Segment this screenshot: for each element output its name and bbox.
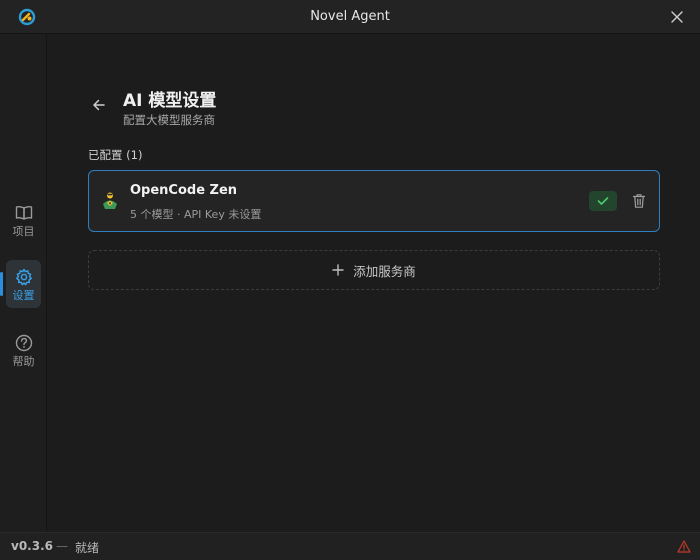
sidebar-item-projects[interactable]: 项目 bbox=[6, 196, 41, 244]
provider-name: OpenCode Zen bbox=[130, 183, 238, 198]
check-icon bbox=[597, 197, 609, 205]
book-icon bbox=[15, 205, 32, 220]
provider-card[interactable]: OpenCode Zen 5 个模型 · API Key 未设置 bbox=[88, 170, 660, 232]
version-label: v0.3.6 bbox=[11, 539, 53, 553]
sidebar-item-label: 项目 bbox=[12, 224, 35, 238]
page-title: AI 模型设置 bbox=[123, 91, 217, 111]
page-subtitle: 配置大模型服务商 bbox=[123, 113, 215, 127]
sidebar: 项目 设置 帮助 bbox=[0, 34, 47, 532]
help-circle-icon bbox=[15, 334, 32, 351]
plus-icon bbox=[332, 264, 344, 276]
window-title: Novel Agent bbox=[310, 9, 390, 24]
add-provider-label: 添加服务商 bbox=[353, 263, 416, 279]
provider-meta: 5 个模型 · API Key 未设置 bbox=[130, 208, 262, 221]
sidebar-item-label: 设置 bbox=[12, 288, 35, 302]
status-bar: v0.3.6 — 就绪 bbox=[0, 532, 700, 560]
warning-icon[interactable] bbox=[677, 540, 691, 553]
app-window: Novel Agent 项目 设置 帮助 AI 模型设置 配置大模型服务商 已配… bbox=[0, 0, 700, 560]
configured-section-label: 已配置 (1) bbox=[88, 148, 143, 162]
gear-icon bbox=[15, 268, 32, 285]
status-text: 就绪 bbox=[75, 541, 100, 555]
close-icon[interactable] bbox=[668, 8, 686, 26]
sidebar-item-settings[interactable]: 设置 bbox=[0, 260, 41, 308]
status-separator: — bbox=[56, 539, 68, 553]
provider-logo-icon bbox=[103, 192, 117, 209]
sidebar-item-help[interactable]: 帮助 bbox=[6, 326, 41, 374]
sidebar-item-label: 帮助 bbox=[12, 354, 35, 368]
trash-icon[interactable] bbox=[632, 193, 646, 209]
title-bar: Novel Agent bbox=[0, 0, 700, 34]
active-check-button[interactable] bbox=[589, 191, 617, 211]
back-arrow-icon[interactable] bbox=[91, 97, 107, 113]
main-content: AI 模型设置 配置大模型服务商 已配置 (1) OpenCode Zen 5 … bbox=[47, 34, 700, 532]
add-provider-button[interactable]: 添加服务商 bbox=[88, 250, 660, 290]
